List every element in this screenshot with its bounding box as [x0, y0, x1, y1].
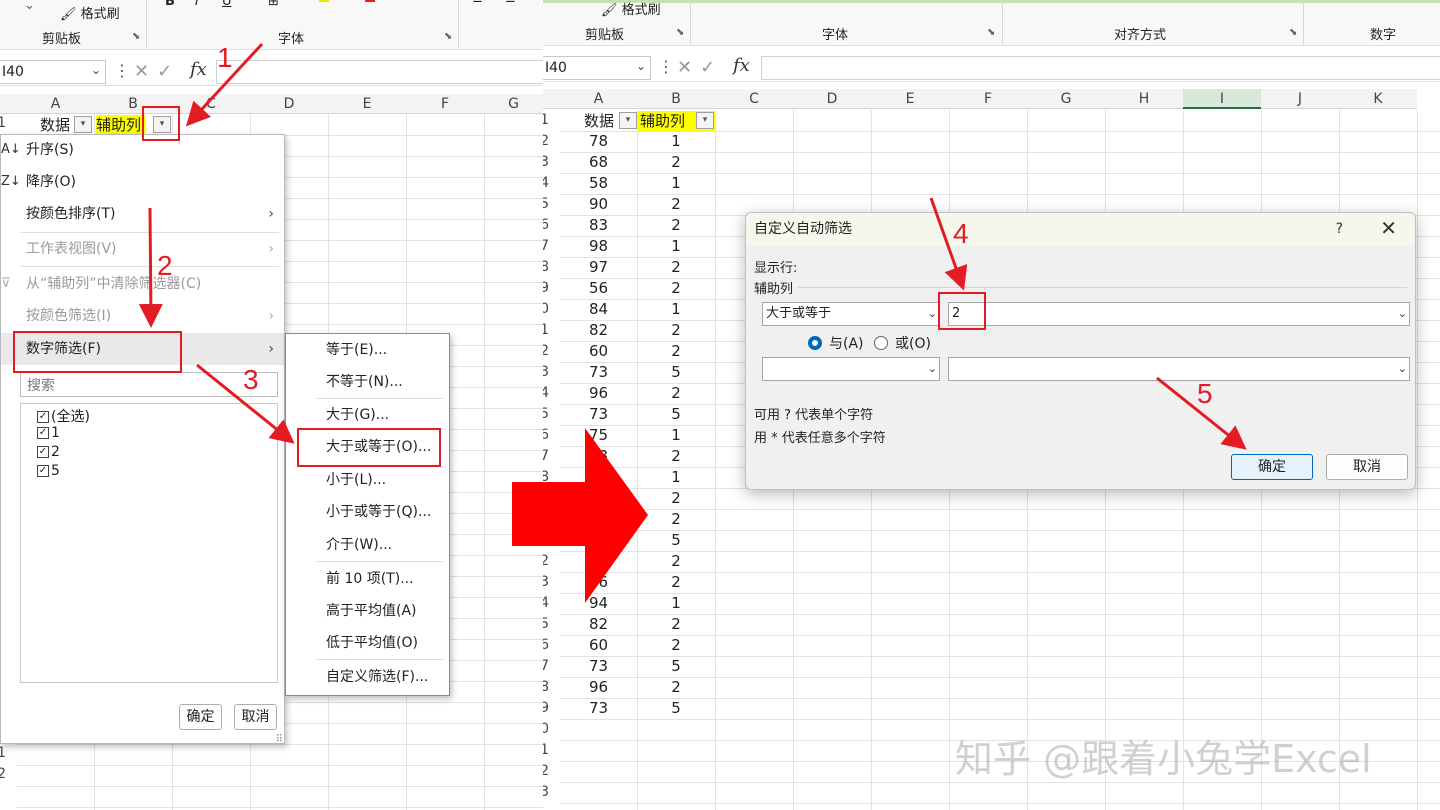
annotation-arrows [138, 42, 1247, 603]
step-number: 2 [157, 250, 173, 281]
step-number: 1 [217, 42, 233, 73]
arrow-2 [138, 207, 163, 328]
big-arrow-icon [512, 428, 648, 603]
step-number: 5 [1197, 378, 1213, 409]
step-number: 3 [243, 364, 259, 395]
watermark: 知乎 @跟着小兔学Excel [955, 737, 1372, 781]
step-number: 4 [953, 218, 969, 249]
